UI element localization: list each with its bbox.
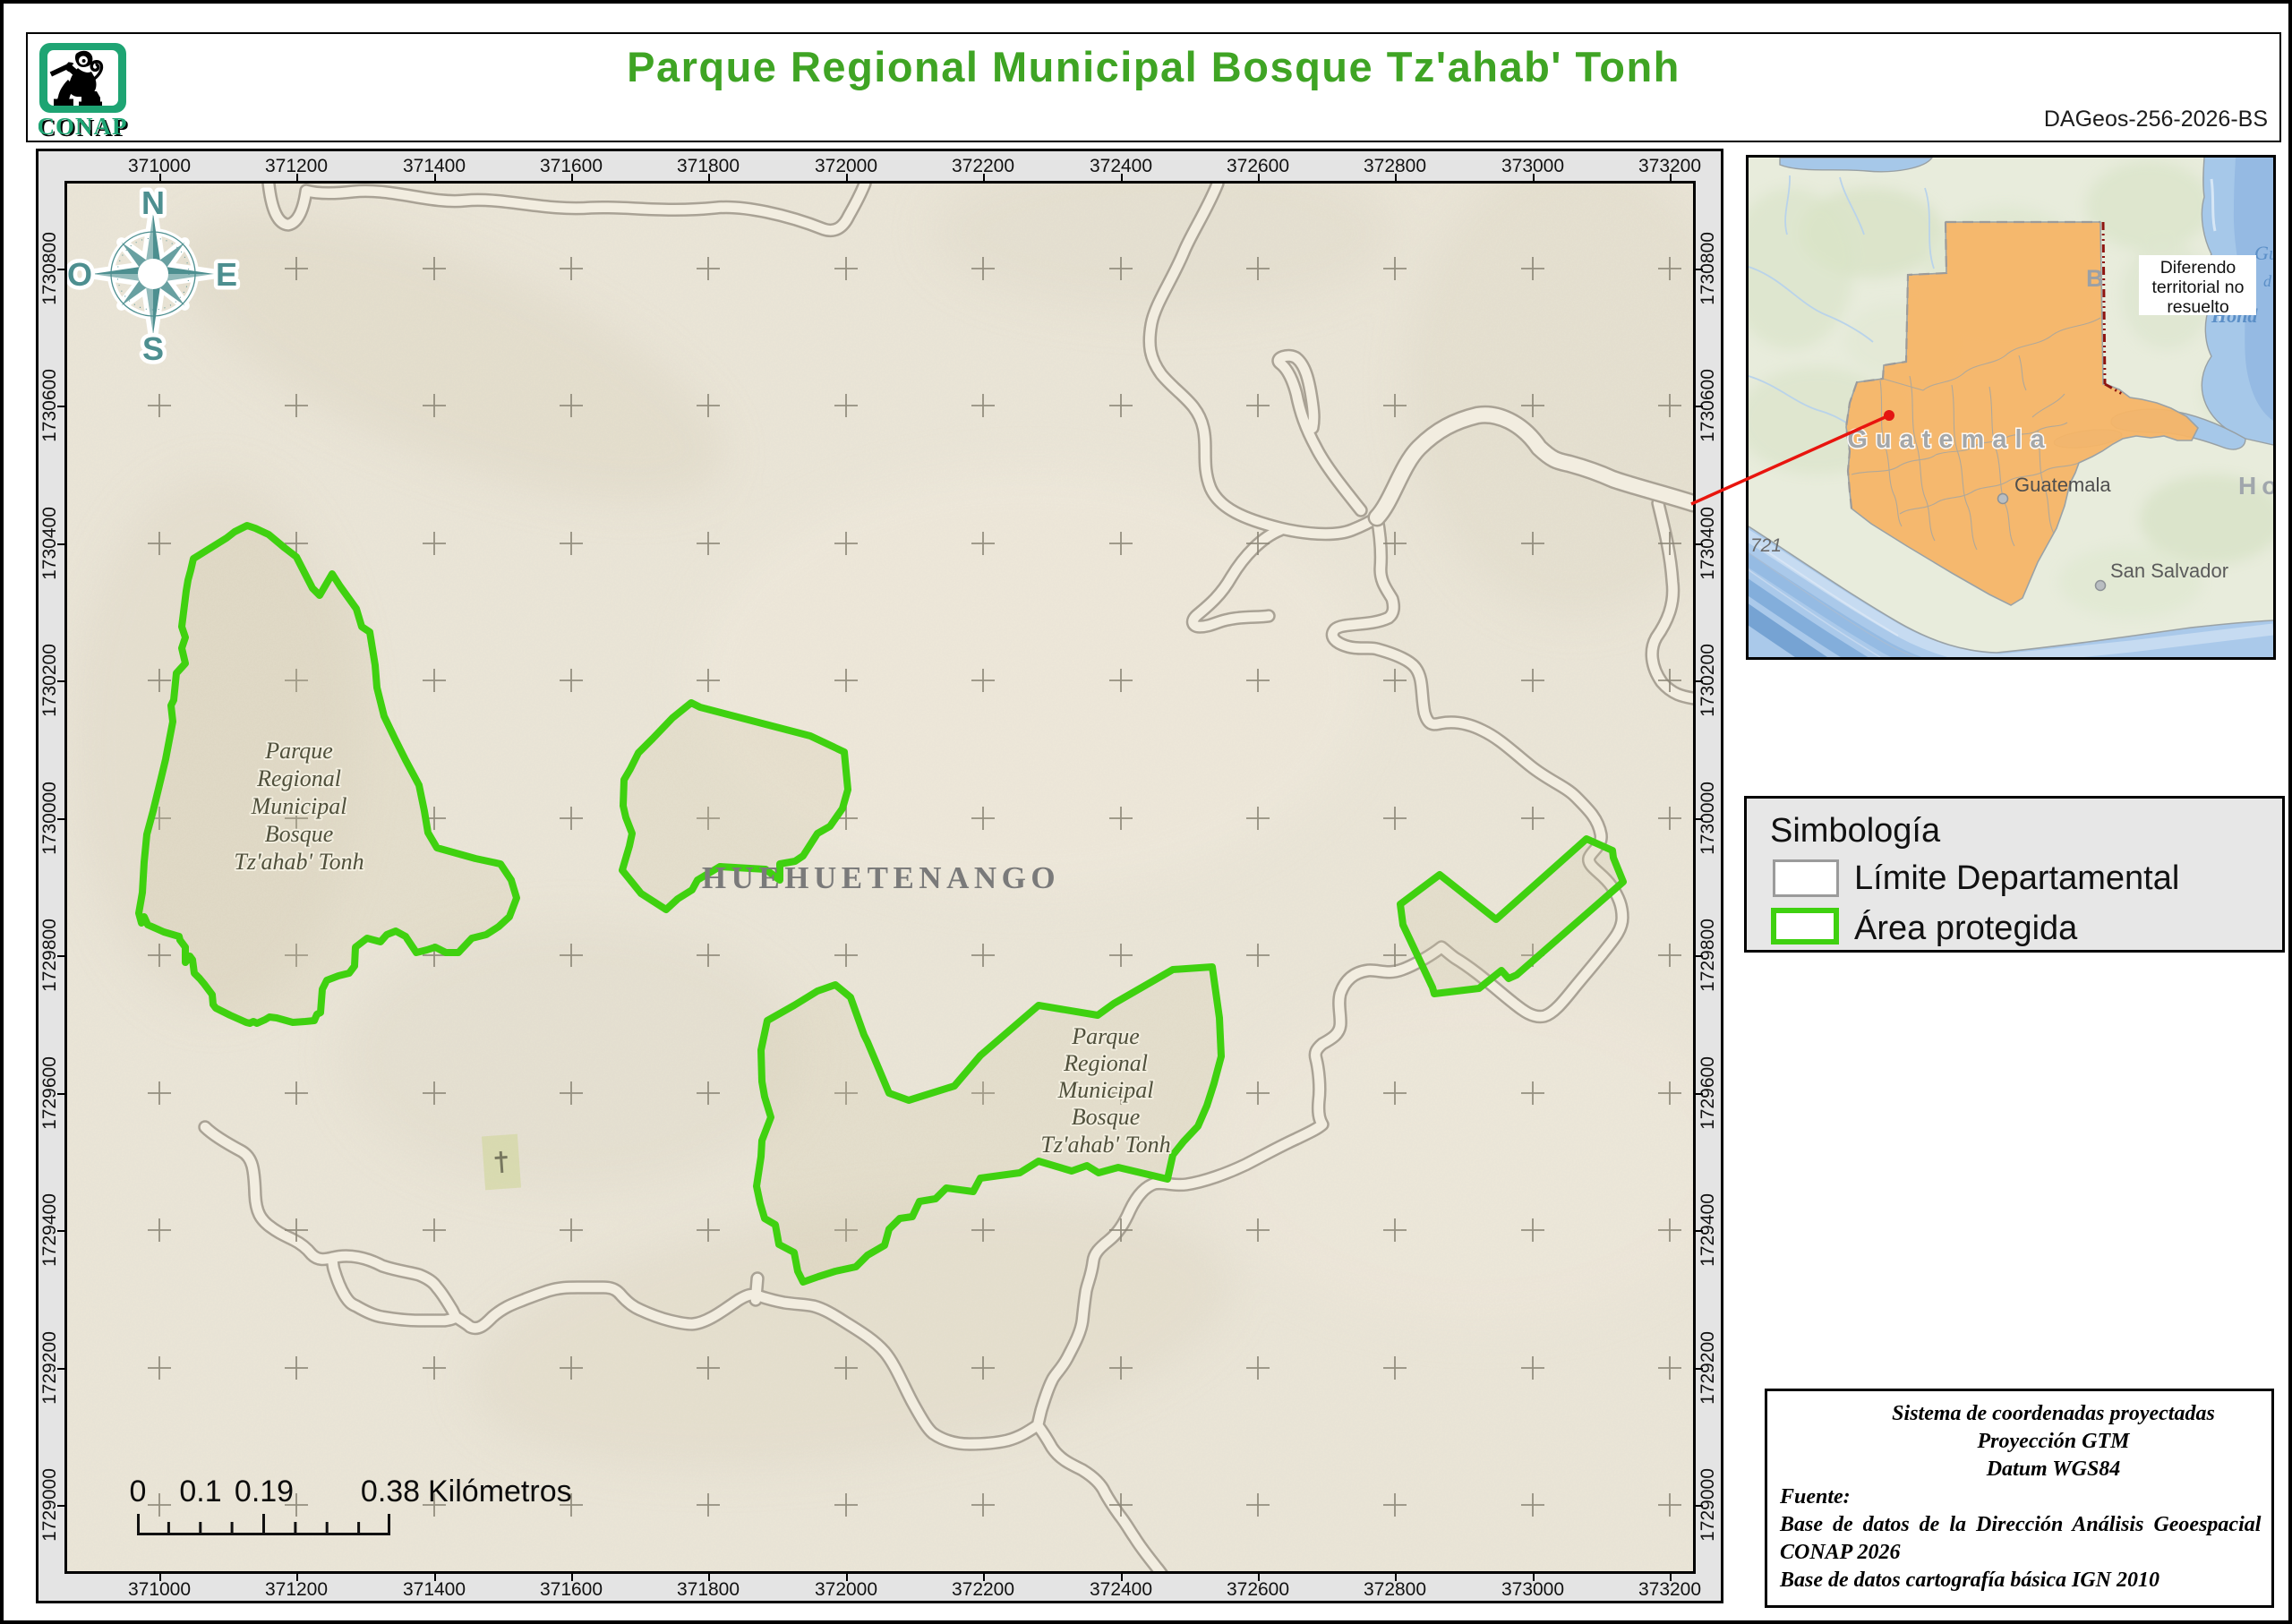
svg-text:Guatemala: Guatemala <box>1847 425 2052 454</box>
svg-text:Kilómetros: Kilómetros <box>428 1474 572 1509</box>
svg-text:Gu: Gu <box>2254 242 2273 264</box>
svg-text:Regional: Regional <box>256 765 341 791</box>
svg-text:S: S <box>142 330 164 367</box>
svg-text:CONAP: CONAP <box>38 113 128 140</box>
svg-text:E: E <box>216 256 237 293</box>
svg-text:resuelto: resuelto <box>2167 297 2229 317</box>
svg-text:Parque: Parque <box>264 738 333 764</box>
svg-text:Tz'ahab' Tonh: Tz'ahab' Tonh <box>234 849 363 875</box>
svg-text:d: d <box>2263 272 2272 290</box>
svg-text:Bosque: Bosque <box>265 821 334 847</box>
svg-text:San Salvador: San Salvador <box>2110 560 2228 582</box>
svg-text:N: N <box>141 184 165 221</box>
svg-text:Ho: Ho <box>2238 472 2273 500</box>
svg-text:721: 721 <box>1750 535 1782 556</box>
svg-text:Guatemala: Guatemala <box>2014 474 2111 496</box>
svg-text:Diferendo: Diferendo <box>2160 258 2236 278</box>
svg-text:Municipal: Municipal <box>251 793 347 819</box>
svg-text:0.1: 0.1 <box>179 1474 221 1509</box>
svg-text:Bosque: Bosque <box>1072 1104 1141 1130</box>
svg-text:0: 0 <box>130 1474 147 1509</box>
svg-text:O: O <box>67 256 92 293</box>
svg-text:0.19: 0.19 <box>235 1474 294 1509</box>
svg-text:Regional: Regional <box>1063 1050 1148 1076</box>
svg-text:HUEHUETENANGO: HUEHUETENANGO <box>702 860 1060 895</box>
svg-text:Parque: Parque <box>1071 1023 1140 1049</box>
svg-text:territorial no: territorial no <box>2152 278 2245 297</box>
svg-text:0.38: 0.38 <box>361 1474 420 1509</box>
svg-text:B: B <box>2086 265 2108 292</box>
svg-text:Municipal: Municipal <box>1057 1077 1154 1103</box>
svg-text:Tz'ahab' Tonh: Tz'ahab' Tonh <box>1040 1132 1170 1158</box>
